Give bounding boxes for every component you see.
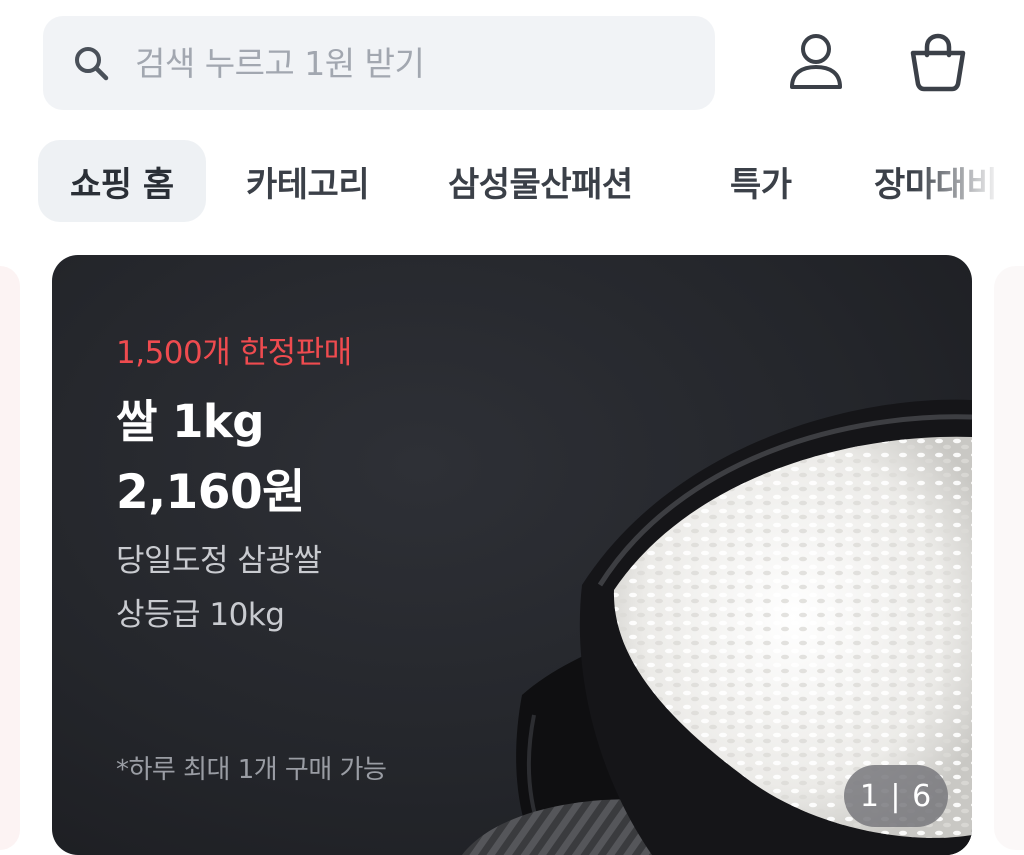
tab-samsung-fashion[interactable]: 삼성물산패션 bbox=[448, 140, 633, 222]
tab-rainy-season[interactable]: 장마대비 bbox=[874, 140, 998, 222]
next-banner-peek[interactable] bbox=[994, 266, 1024, 850]
product-title: 쌀 1kg bbox=[116, 395, 265, 448]
product-description-line2: 상등급 10kg bbox=[116, 597, 285, 633]
prev-banner-peek[interactable] bbox=[0, 266, 20, 850]
shopping-bag-icon[interactable] bbox=[906, 30, 970, 94]
limited-sale-label: 1,500개 한정판매 bbox=[116, 335, 352, 371]
tab-shopping-home[interactable]: 쇼핑 홈 bbox=[38, 140, 206, 222]
tab-special-deals[interactable]: 특가 bbox=[730, 140, 792, 222]
search-icon[interactable] bbox=[71, 43, 111, 83]
tab-category[interactable]: 카테고리 bbox=[246, 140, 370, 222]
search-input[interactable] bbox=[133, 42, 677, 84]
promo-banner[interactable]: 1,500개 한정판매 쌀 1kg 2,160원 당일도정 삼광쌀 상등급 10… bbox=[52, 255, 972, 855]
product-price: 2,160원 bbox=[116, 465, 305, 520]
category-tabs: 쇼핑 홈 카테고리 삼성물산패션 특가 장마대비 bbox=[0, 140, 1024, 222]
carousel-pager[interactable]: 1 | 6 bbox=[844, 765, 948, 827]
purchase-limit-note: *하루 최대 1개 구매 가능 bbox=[116, 755, 387, 785]
search-bar[interactable] bbox=[43, 16, 715, 110]
product-description-line1: 당일도정 삼광쌀 bbox=[116, 543, 322, 579]
user-icon[interactable] bbox=[784, 30, 848, 94]
